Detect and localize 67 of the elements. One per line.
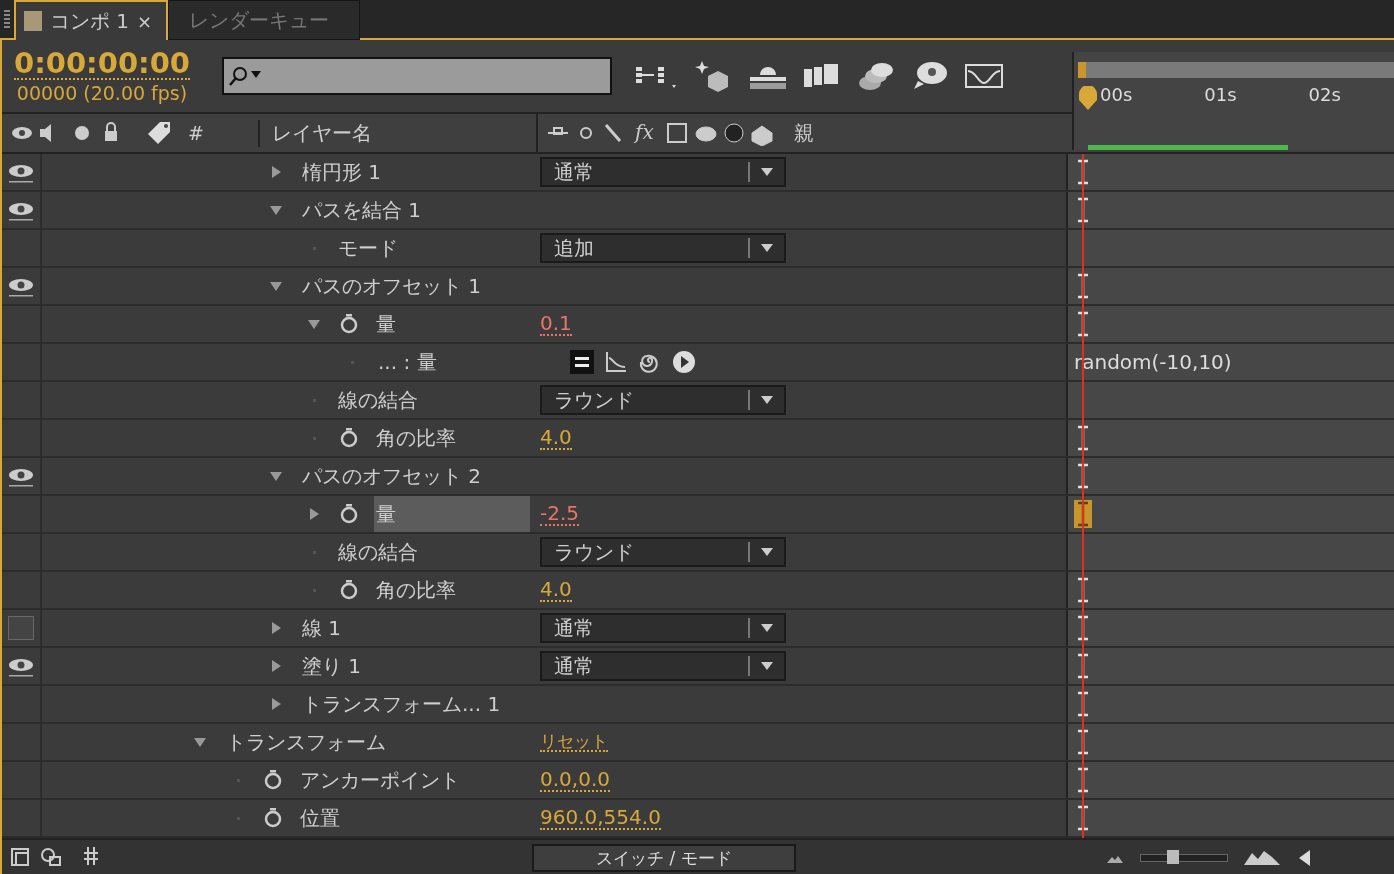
mode-dropdown[interactable]: ラウンド xyxy=(540,385,786,415)
property-name[interactable]: パスを結合 1 xyxy=(300,192,430,228)
property-name[interactable]: モード xyxy=(336,230,406,266)
property-name[interactable]: 量 xyxy=(374,496,530,532)
reset-link[interactable]: リセット xyxy=(540,731,608,753)
property-name[interactable]: 量 xyxy=(374,306,404,342)
property-name[interactable]: パスのオフセット 2 xyxy=(300,458,490,494)
property-value[interactable]: 4.0 xyxy=(540,578,572,602)
graph-icon[interactable] xyxy=(604,350,628,374)
tab-label: コンポ 1 xyxy=(50,7,130,35)
comp-tab[interactable]: コンポ 1 × xyxy=(14,0,169,40)
tab-label: レンダーキュー xyxy=(189,6,330,34)
ruler-tick-label: 02s xyxy=(1308,84,1341,105)
property-name[interactable]: ... : 量 xyxy=(376,344,445,380)
dropdown-arrow-icon xyxy=(760,661,774,671)
property-name[interactable]: アンカーポイント xyxy=(298,762,468,798)
frame-info: 00000 (20.00 fps) xyxy=(16,81,188,104)
play-icon[interactable] xyxy=(672,350,696,374)
mode-dropdown[interactable]: 通常 xyxy=(540,651,786,681)
mode-dropdown[interactable]: 追加 xyxy=(540,233,786,263)
property-name[interactable]: 線の結合 xyxy=(336,534,426,570)
graph-editor-icon[interactable] xyxy=(964,61,1004,91)
search-field[interactable] xyxy=(222,57,612,95)
dropdown-arrow-icon xyxy=(760,395,774,405)
mode-dropdown[interactable]: ラウンド xyxy=(540,537,786,567)
dropdown-arrow-icon xyxy=(760,623,774,633)
property-name[interactable]: トランスフォーム xyxy=(224,724,394,760)
dropdown-arrow-icon xyxy=(760,547,774,557)
current-time-display[interactable]: 0:00:00:00 xyxy=(13,48,190,80)
mode-dropdown[interactable]: 通常 xyxy=(540,613,786,643)
property-name[interactable]: トランスフォーム... 1 xyxy=(300,686,509,722)
ruler-tick-label: 01s xyxy=(1204,84,1237,105)
visibility-toggle[interactable] xyxy=(8,616,34,640)
property-name[interactable]: パスのオフセット 1 xyxy=(300,268,490,304)
zoom-slider-thumb[interactable] xyxy=(1166,850,1179,864)
property-value[interactable]: 960.0,554.0 xyxy=(540,806,661,830)
stopwatch-icon[interactable] xyxy=(262,807,284,829)
property-name[interactable]: 角の比率 xyxy=(374,572,464,608)
property-value[interactable]: 0.1 xyxy=(540,312,572,336)
stopwatch-icon[interactable] xyxy=(338,579,360,601)
stopwatch-icon[interactable] xyxy=(338,503,360,525)
column-header: # xyxy=(188,122,204,144)
dropdown-arrow-icon xyxy=(760,243,774,253)
stopwatch-icon[interactable] xyxy=(338,313,360,335)
property-name[interactable]: 位置 xyxy=(298,800,348,836)
property-value[interactable]: 0.0,0.0 xyxy=(540,768,610,792)
property-value[interactable]: 4.0 xyxy=(540,426,572,450)
ruler-tick-label: 00s xyxy=(1100,84,1133,105)
zoom-in-icon[interactable] xyxy=(1242,849,1282,867)
dropdown-arrow-icon xyxy=(760,167,774,177)
stopwatch-icon[interactable] xyxy=(338,427,360,449)
stopwatch-icon[interactable] xyxy=(262,769,284,791)
panel-grip-icon[interactable] xyxy=(4,10,10,30)
switches-modes-button[interactable]: スイッチ / モード xyxy=(532,844,796,872)
property-name[interactable]: 角の比率 xyxy=(374,420,464,456)
equals-toggle-icon[interactable] xyxy=(570,350,594,374)
property-value[interactable]: -2.5 xyxy=(540,502,580,526)
close-tab-button[interactable]: × xyxy=(137,10,153,32)
property-name[interactable]: 線 1 xyxy=(300,610,350,646)
column-header: 親 xyxy=(794,119,814,147)
property-name[interactable]: 楕円形 1 xyxy=(300,154,390,190)
mode-dropdown[interactable]: 通常 xyxy=(540,157,786,187)
playhead-icon[interactable] xyxy=(1077,86,1099,112)
comp-color-swatch xyxy=(24,11,42,31)
property-name[interactable]: 線の結合 xyxy=(336,382,426,418)
property-name[interactable]: 塗り 1 xyxy=(300,648,370,684)
column-header[interactable]: レイヤー名 xyxy=(257,119,372,147)
